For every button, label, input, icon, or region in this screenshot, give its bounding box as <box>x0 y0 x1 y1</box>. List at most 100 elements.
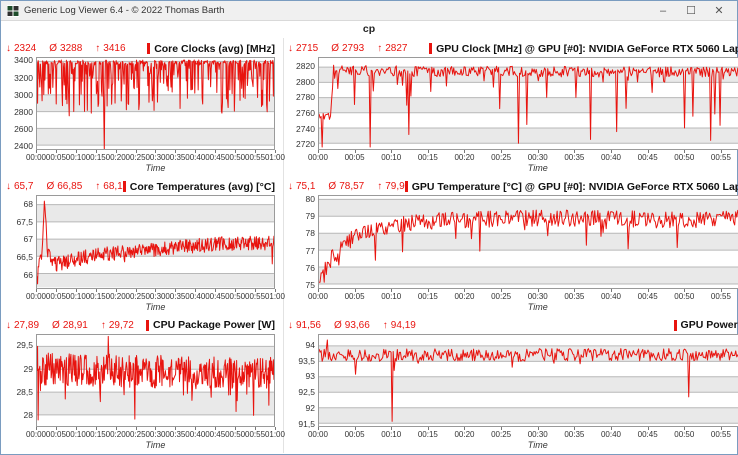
x-tick-label: 00:50 <box>674 430 694 439</box>
avg-stat: Ø3288 <box>49 43 82 54</box>
y-tick-label: 66 <box>24 270 33 280</box>
time-axis-label: Time <box>36 302 275 314</box>
y-tick-label: 76 <box>305 263 314 273</box>
y-tick-label: 29 <box>24 364 33 374</box>
x-tick-label: 00:10 <box>381 153 401 162</box>
max-arrow-icon: ↑ <box>377 181 382 192</box>
x-tick-label: 00:15 <box>418 292 438 301</box>
x-tick-label: 00:35 <box>564 292 584 301</box>
min-arrow-icon: ↓ <box>6 320 11 331</box>
y-tick-label: 2400 <box>14 141 33 151</box>
chart-title: GPU Clock [MHz] @ GPU [#0]: NVIDIA GeFor… <box>436 43 738 55</box>
x-tick-label: 00:45 <box>638 292 658 301</box>
legend-color-bar <box>674 320 677 331</box>
x-tick-label: 00:45 <box>205 153 225 162</box>
y-tick-label: 78 <box>305 228 314 238</box>
x-tick-label: 00:00 <box>308 430 328 439</box>
x-tick-label: 00:35 <box>165 430 185 439</box>
x-axis-labels: 00:0000:0500:1000:1500:2000:2500:3000:35… <box>36 427 275 440</box>
x-tick-label: 00:05 <box>46 430 66 439</box>
x-axis-labels: 00:0000:0500:1000:1500:2000:2500:3000:35… <box>318 427 738 440</box>
app-icon <box>7 5 19 17</box>
avg-icon: Ø <box>334 320 342 331</box>
x-tick-label: 00:15 <box>86 430 106 439</box>
line-plot[interactable] <box>318 334 738 427</box>
max-stat: ↑2827 <box>377 43 407 54</box>
x-tick-label: 00:40 <box>185 292 205 301</box>
x-tick-label: 01:00 <box>265 153 285 162</box>
avg-stat: Ø93,66 <box>334 320 370 331</box>
line-plot[interactable] <box>318 57 738 150</box>
y-tick-label: 28 <box>24 410 33 420</box>
y-tick-label: 92 <box>305 403 314 413</box>
line-plot[interactable] <box>36 195 275 288</box>
x-tick-label: 00:40 <box>185 153 205 162</box>
x-tick-label: 00:45 <box>638 153 658 162</box>
x-tick-label: 00:50 <box>674 153 694 162</box>
chart-stats: ↓75,1 Ø78,57 ↑79,9 <box>288 181 405 192</box>
maximize-button[interactable]: ☐ <box>677 2 705 20</box>
max-stat: ↑3416 <box>95 43 125 54</box>
x-tick-label: 00:05 <box>345 153 365 162</box>
x-tick-label: 00:10 <box>66 153 86 162</box>
x-tick-label: 00:25 <box>491 153 511 162</box>
max-stat: ↑79,9 <box>377 181 404 192</box>
y-tick-label: 2760 <box>296 108 315 118</box>
y-tick-label: 94 <box>305 340 314 350</box>
y-tick-label: 91,5 <box>298 419 315 429</box>
y-tick-label: 68 <box>24 199 33 209</box>
x-tick-label: 00:10 <box>66 292 86 301</box>
line-plot[interactable] <box>36 334 275 427</box>
x-tick-label: 00:05 <box>345 292 365 301</box>
minimize-button[interactable]: – <box>649 2 677 20</box>
time-axis-label: Time <box>318 163 738 175</box>
x-tick-label: 00:05 <box>46 153 66 162</box>
x-tick-label: 00:55 <box>245 430 265 439</box>
x-tick-label: 00:10 <box>381 292 401 301</box>
y-tick-label: 3000 <box>14 90 33 100</box>
max-arrow-icon: ↑ <box>383 320 388 331</box>
line-plot[interactable] <box>318 195 738 288</box>
min-stat: ↓65,7 <box>6 181 33 192</box>
window-controls: – ☐ ✕ <box>649 2 733 20</box>
x-tick-label: 00:15 <box>418 153 438 162</box>
max-stat: ↑68,1 <box>95 181 122 192</box>
legend-color-bar <box>429 43 432 54</box>
chart-grid: ↓2324 Ø3288 ↑3416 Core Clocks (avg) [MHz… <box>2 38 736 453</box>
x-tick-label: 00:15 <box>418 430 438 439</box>
y-tick-label: 29,5 <box>16 340 33 350</box>
x-axis-labels: 00:0000:0500:1000:1500:2000:2500:3000:35… <box>36 289 275 302</box>
chart-stats: ↓27,89 Ø28,91 ↑29,72 <box>6 320 134 331</box>
chart-title: Core Clocks (avg) [MHz] <box>154 43 275 55</box>
x-tick-label: 00:20 <box>454 153 474 162</box>
line-plot[interactable] <box>36 57 275 150</box>
x-tick-label: 00:20 <box>106 292 126 301</box>
close-button[interactable]: ✕ <box>705 2 733 20</box>
chart-panel-core-temps: ↓65,7 Ø66,85 ↑68,1 Core Temperatures (av… <box>2 176 284 314</box>
y-tick-label: 3400 <box>14 55 33 65</box>
x-tick-label: 01:00 <box>265 292 285 301</box>
x-tick-label: 00:25 <box>491 292 511 301</box>
x-tick-label: 00:20 <box>454 430 474 439</box>
x-tick-label: 00:55 <box>711 292 731 301</box>
legend-color-bar <box>146 320 149 331</box>
x-tick-label: 00:35 <box>165 153 185 162</box>
chart-title: GPU Power [W] <box>681 319 738 331</box>
y-tick-label: 66,5 <box>16 252 33 262</box>
min-stat: ↓91,56 <box>288 320 321 331</box>
chart-stats: ↓91,56 Ø93,66 ↑94,19 <box>288 320 416 331</box>
x-tick-label: 00:20 <box>106 153 126 162</box>
y-tick-label: 67 <box>24 234 33 244</box>
avg-icon: Ø <box>328 181 336 192</box>
log-file-label: cp <box>1 21 737 37</box>
x-tick-label: 00:00 <box>308 153 328 162</box>
x-tick-label: 00:35 <box>564 153 584 162</box>
x-tick-label: 00:40 <box>601 292 621 301</box>
x-tick-label: 00:25 <box>126 430 146 439</box>
min-stat: ↓75,1 <box>288 181 315 192</box>
time-axis-label: Time <box>36 163 275 175</box>
y-axis-labels: 9493,59392,59291,5 <box>288 334 318 427</box>
x-tick-label: 00:30 <box>145 153 165 162</box>
avg-stat: Ø2793 <box>331 43 364 54</box>
y-tick-label: 2820 <box>296 61 315 71</box>
